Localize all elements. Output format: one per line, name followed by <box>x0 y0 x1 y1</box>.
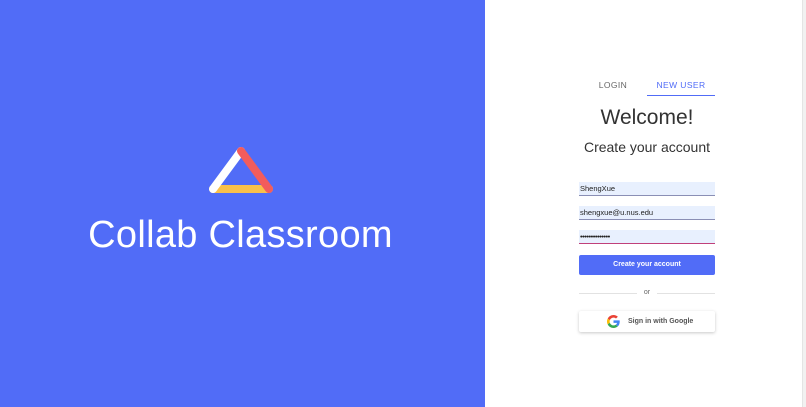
or-divider: or <box>579 288 715 298</box>
google-g-icon <box>607 315 620 328</box>
create-account-heading: Create your account <box>583 139 711 155</box>
welcome-heading: Welcome! <box>600 106 694 129</box>
tab-new-user[interactable]: NEW USER <box>647 74 715 96</box>
page-scrollbar[interactable] <box>802 0 806 407</box>
brand-panel: Collab Classroom <box>0 0 485 407</box>
email-field[interactable]: shengxue@u.nus.edu <box>579 206 715 220</box>
google-signin-label: Sign in with Google <box>628 318 694 325</box>
auth-tabs: LOGIN NEW USER <box>579 74 715 96</box>
triangle-logo-icon <box>209 147 273 193</box>
brand-title: Collab Classroom <box>88 214 393 256</box>
google-signin-button[interactable]: Sign in with Google <box>579 311 715 332</box>
divider-line-right <box>657 293 715 294</box>
auth-panel <box>485 0 802 407</box>
tab-login[interactable]: LOGIN <box>579 74 647 96</box>
username-field[interactable]: ShengXue <box>579 182 715 196</box>
create-account-button[interactable]: Create your account <box>579 255 715 275</box>
password-field[interactable]: •••••••••••••• <box>579 230 715 244</box>
